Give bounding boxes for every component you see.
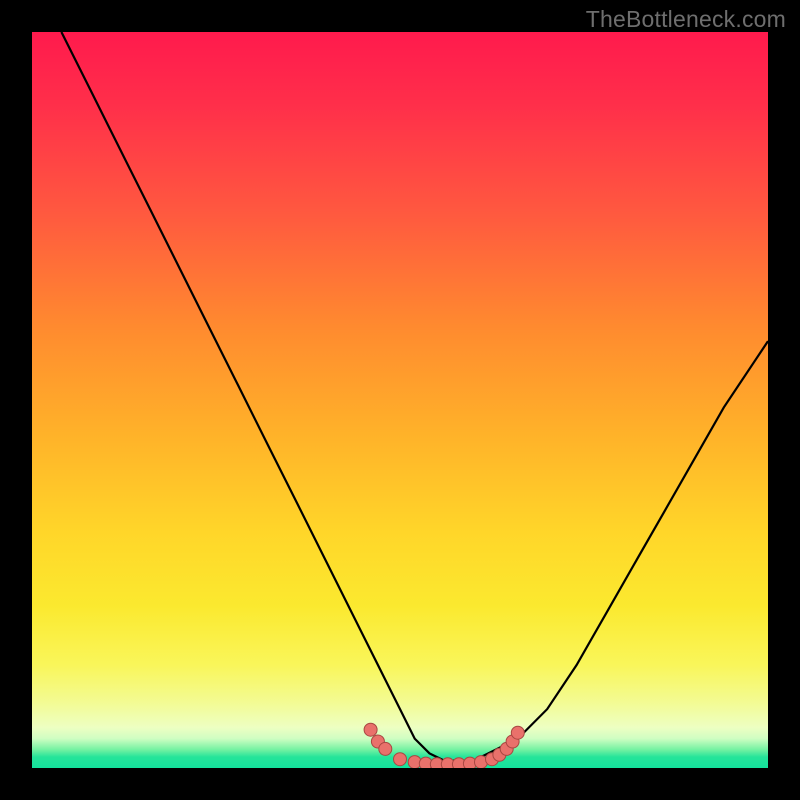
chart-frame: TheBottleneck.com [0, 0, 800, 800]
curve-marker [394, 753, 407, 766]
watermark-text: TheBottleneck.com [586, 6, 786, 33]
curve-svg [32, 32, 768, 768]
curve-marker [379, 742, 392, 755]
curve-marker [511, 726, 524, 739]
curve-marker [364, 723, 377, 736]
plot-area [32, 32, 768, 768]
marker-group [364, 723, 524, 768]
bottleneck-curve [61, 32, 768, 761]
